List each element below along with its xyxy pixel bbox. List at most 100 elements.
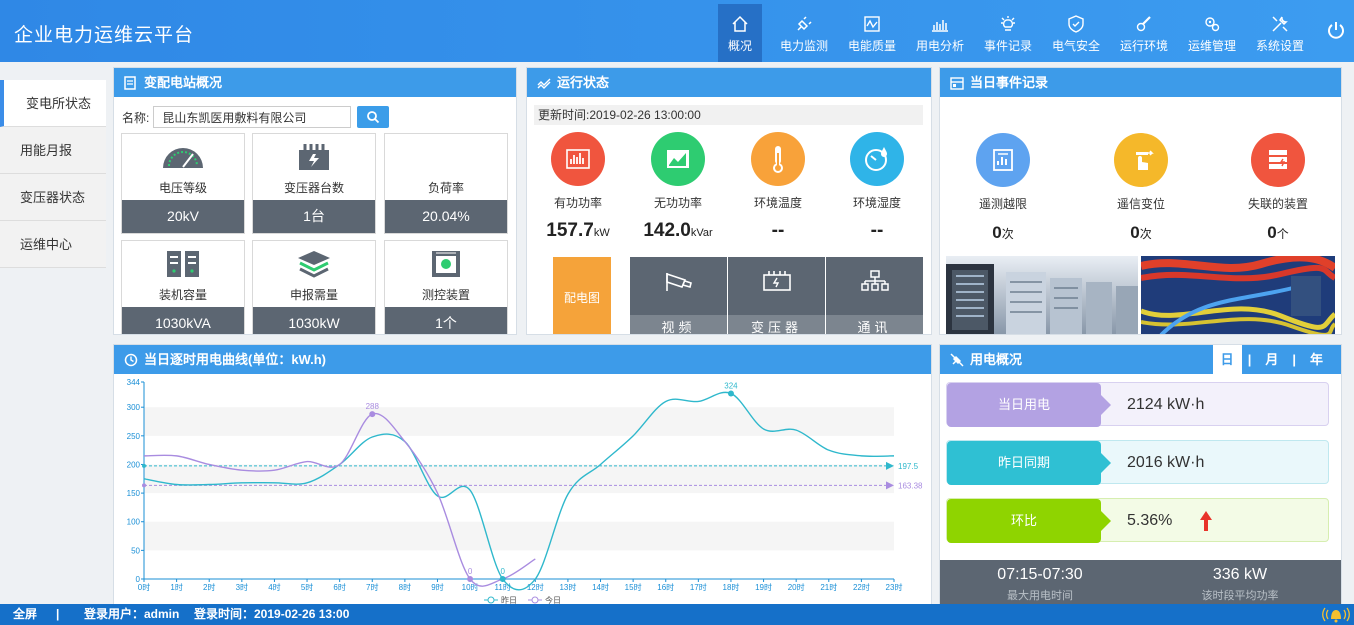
x-tick-label: 6时 [333,582,345,592]
x-tick-label: 17时 [690,582,707,592]
alarm-bell-icon[interactable] [1322,606,1350,623]
x-tick-label: 2时 [203,582,215,592]
metric-label: 环境温度 [753,196,802,210]
row-value: 5.36% [1127,512,1173,529]
transformer-button[interactable]: 变压器 [728,257,825,334]
data-point [369,411,376,418]
peak-time-label: 最大用电时间 [1007,590,1073,602]
tab-year[interactable]: 年 [1302,345,1331,376]
x-tick-label: 4时 [268,582,280,592]
metric-label: 有功功率 [553,196,602,210]
data-point [727,390,734,397]
nav-label: 电气安全 [1051,38,1100,53]
nav-usage-analysis[interactable]: 用电分析 [906,4,974,62]
waveform-icon [861,13,883,35]
tile-value: 20.04% [385,200,507,233]
nav-maintenance[interactable]: 运维管理 [1178,4,1246,62]
nav-event-log[interactable]: 事件记录 [974,4,1042,62]
arrow-up-icon [1200,511,1212,531]
shortcut-label: 视频 [630,315,727,334]
search-button[interactable] [357,106,390,128]
switch-icon [1114,133,1168,187]
tile-label: 装机容量 [158,288,207,302]
x-tick-label: 13时 [559,582,576,592]
nav-power-monitor[interactable]: 电力监测 [770,4,838,62]
panel-title: 当日逐时用电曲线(单位：kW.h) [144,352,326,367]
plug-icon [793,13,815,35]
x-tick-label: 5时 [301,582,313,592]
nav-environment[interactable]: 运行环境 [1110,4,1178,62]
peak-time-value: 07:15-07:30 [997,566,1083,583]
tile-label: 变压器台数 [283,181,344,195]
sidebar-item-transformer-status[interactable]: 变压器状态 [0,174,106,221]
data-label: 324 [724,381,738,390]
panel-title: 变配电站概况 [144,75,223,90]
bulb-icon [997,13,1019,35]
reactive-power-icon [651,132,705,186]
metric-value: 142.0kVar [643,220,713,241]
tab-separator: | [1292,352,1296,367]
y-tick-label: 200 [127,460,141,469]
nav-label: 系统设置 [1255,38,1304,53]
x-tick-label: 14时 [592,582,609,592]
sidebar-item-maintenance-center[interactable]: 运维中心 [0,221,106,268]
metric-value: -- [870,220,884,241]
sidebar-item-monthly-report[interactable]: 用能月报 [0,127,106,174]
tile-value: 20kV [122,200,244,233]
thermometer-icon [751,132,805,186]
power-icon[interactable] [1326,20,1346,40]
communication-button[interactable]: 通讯 [826,257,923,334]
tab-day[interactable]: 日 [1212,345,1242,376]
tile-declared-demand: 申报需量 1030kW [252,240,376,334]
pulse-icon [537,76,551,90]
footer-bar: 全屏 | 登录用户：admin 登录时间：2019-02-26 13:00 [0,604,1354,625]
tile-control-devices: 测控装置 1个 [384,240,508,334]
report-icon [976,133,1030,187]
x-tick-label: 11时 [495,582,511,592]
legend-dot [487,596,495,604]
usage-panel: 用电概况 日 | 月 | 年 当日用电 2124 kW·h 昨日同期 2016 … [939,344,1342,605]
nav-overview[interactable]: 概况 [718,4,762,62]
video-button[interactable]: 视频 [630,257,727,334]
y-tick-label: 300 [127,403,141,412]
login-time: 登录时间：2019-02-26 13:00 [194,607,350,621]
server-room-image [946,256,1138,334]
panel-header: 用电概况 日 | 月 | 年 [940,345,1341,376]
x-tick-label: 23时 [886,582,903,592]
data-label: 0 [468,567,473,576]
station-name-input[interactable] [153,106,352,128]
wiring-diagram-button[interactable]: 配电图 [553,257,611,334]
tile-installed-capacity: 装机容量 1030kVA [121,240,245,334]
y-tick-label: 150 [127,489,141,498]
data-point [467,576,474,582]
peak-summary: 07:15-07:30 最大用电时间 336 kW 该时段平均功率 [940,560,1341,604]
server-icon [1251,133,1305,187]
yesterday-usage-row: 昨日同期 2016 kW·h [946,440,1329,485]
x-tick-label: 3时 [236,582,248,592]
row-label: 昨日同期 [947,441,1111,485]
gauge-icon [122,142,244,174]
panel-header: 当日事件记录 [940,68,1341,97]
x-tick-label: 1时 [170,582,182,592]
x-tick-label: 0时 [138,582,150,592]
panel-title: 当日事件记录 [970,75,1049,90]
shortcut-label: 变压器 [728,315,825,334]
nav-electrical-safety[interactable]: 电气安全 [1042,4,1110,62]
period-tabs: 日 | 月 | 年 [1212,345,1331,376]
tile-label: 负荷率 [427,181,464,195]
x-tick-label: 7时 [366,582,378,592]
tab-month[interactable]: 月 [1257,345,1286,376]
ratio-row: 环比 5.36% [946,498,1329,543]
nav-power-quality[interactable]: 电能质量 [838,4,906,62]
nav-label: 电能质量 [847,38,896,53]
x-tick-label: 22时 [853,582,870,592]
bar-chart-icon [929,13,951,35]
nav-system-settings[interactable]: 系统设置 [1246,4,1314,62]
sidebar: 变电所状态 用能月报 变压器状态 运维中心 [0,80,106,268]
x-tick-label: 16时 [657,582,674,592]
tile-voltage-level: 电压等级 20kV [121,133,245,234]
nav-label: 运维管理 [1187,38,1236,53]
tile-value: 1个 [385,307,507,334]
fullscreen-button[interactable]: 全屏 [13,604,37,625]
sidebar-item-substation-status[interactable]: 变电所状态 [0,80,106,127]
